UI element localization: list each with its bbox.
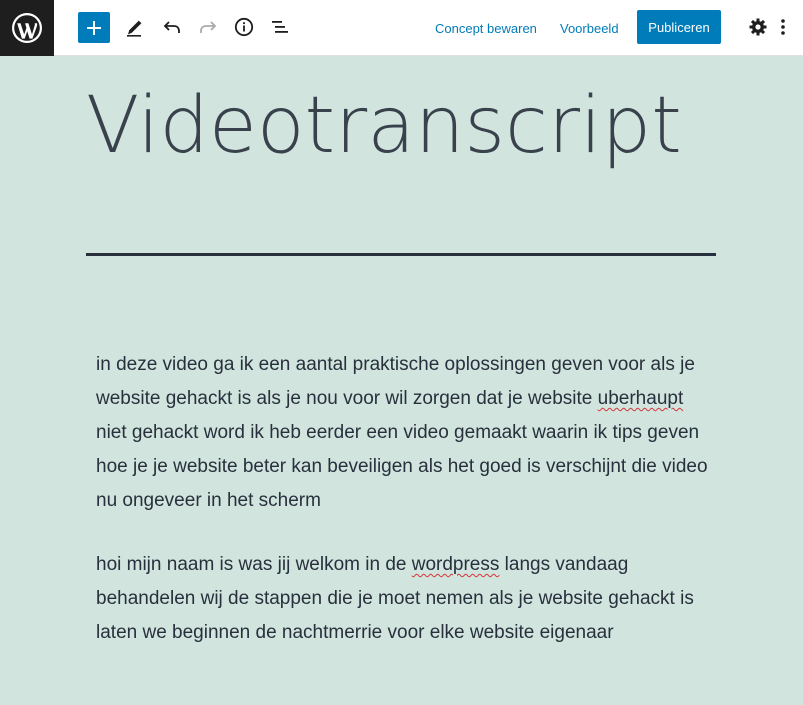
paragraph-text: niet gehackt word ik heb eerder een vide…: [96, 422, 708, 511]
gear-icon: [749, 18, 767, 36]
redo-icon: [200, 21, 217, 33]
settings-button[interactable]: [743, 12, 773, 42]
more-vertical-icon: [781, 19, 785, 35]
editor-toolbar: Concept bewaren Voorbeeld Publiceren: [0, 0, 803, 56]
undo-button[interactable]: [157, 12, 187, 42]
wordpress-logo-button[interactable]: [0, 0, 54, 56]
preview-button[interactable]: Voorbeeld: [560, 14, 619, 42]
separator-block[interactable]: [86, 253, 716, 256]
paragraph-block[interactable]: in deze video ga ik een aantal praktisch…: [96, 348, 716, 518]
paragraph-text: hoi mijn naam is was jij welkom in de: [96, 554, 412, 575]
tools-button[interactable]: [120, 12, 150, 42]
misspelled-word: uberhaupt: [597, 388, 684, 409]
wordpress-logo-icon: [12, 13, 42, 43]
pencil-icon: [127, 20, 142, 37]
info-icon: [234, 17, 254, 37]
list-view-icon: [272, 21, 288, 33]
add-block-button[interactable]: [78, 12, 110, 43]
publish-button[interactable]: Publiceren: [637, 10, 721, 44]
undo-icon: [163, 21, 180, 33]
redo-button[interactable]: [193, 12, 223, 42]
paragraph-block[interactable]: hoi mijn naam is was jij welkom in de wo…: [96, 548, 716, 650]
list-view-button[interactable]: [265, 12, 295, 42]
post-title[interactable]: Videotranscript: [86, 80, 682, 172]
details-button[interactable]: [229, 12, 259, 42]
more-options-button[interactable]: [772, 12, 794, 42]
plus-icon: [87, 20, 101, 35]
misspelled-word: wordpress: [411, 554, 500, 575]
save-draft-button[interactable]: Concept bewaren: [435, 14, 537, 42]
